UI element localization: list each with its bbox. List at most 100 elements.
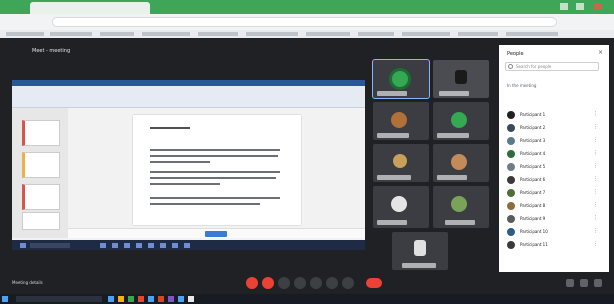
bookmark[interactable]	[506, 32, 558, 36]
more-options-icon[interactable]: ⋮	[593, 163, 598, 169]
captions-icon[interactable]	[278, 277, 290, 289]
participant-row[interactable]: Participant 10 ⋮	[503, 227, 603, 237]
participant-row[interactable]: Participant 1 ⋮	[503, 110, 603, 120]
participant-tile[interactable]	[373, 102, 429, 140]
bookmark[interactable]	[142, 32, 190, 36]
current-slide	[133, 115, 301, 225]
taskbar-app-icon[interactable]	[158, 296, 164, 302]
bookmark[interactable]	[246, 32, 298, 36]
participant-tile[interactable]	[433, 144, 489, 182]
more-options-icon[interactable]: ⋮	[593, 241, 598, 247]
participant-row[interactable]: Participant 7 ⋮	[503, 188, 603, 198]
participant-row[interactable]: Participant 11 ⋮	[503, 240, 603, 250]
taskbar-app-icon[interactable]	[118, 296, 124, 302]
taskbar-app-icon[interactable]	[148, 296, 154, 302]
bookmark[interactable]	[306, 32, 350, 36]
participant-name: Participant 11	[520, 242, 548, 247]
bookmark[interactable]	[198, 32, 238, 36]
shared-taskbar-icon	[20, 243, 26, 248]
info-icon[interactable]	[566, 279, 574, 287]
search-input[interactable]: Search for people	[505, 62, 599, 71]
avatar	[507, 111, 515, 119]
participant-tile[interactable]	[433, 186, 489, 228]
participant-name	[377, 175, 411, 180]
bookmark[interactable]	[458, 32, 498, 36]
more-options-icon[interactable]: ⋮	[593, 124, 598, 130]
present-icon[interactable]	[310, 277, 322, 289]
avatar	[507, 228, 515, 236]
bookmark[interactable]	[50, 32, 92, 36]
taskbar-app-icon[interactable]	[138, 296, 144, 302]
participant-tile[interactable]	[433, 102, 489, 140]
shared-taskbar-icon	[112, 243, 118, 248]
mic-icon[interactable]	[246, 277, 258, 289]
close-window-icon[interactable]	[594, 3, 602, 10]
participant-row[interactable]: Participant 4 ⋮	[503, 149, 603, 159]
avatar	[507, 189, 515, 197]
reactions-icon[interactable]	[342, 277, 354, 289]
more-options-icon[interactable]: ⋮	[593, 176, 598, 182]
bookmark[interactable]	[100, 32, 134, 36]
people-panel-title: People	[507, 51, 524, 57]
participant-name	[402, 263, 436, 268]
avatar	[414, 240, 426, 256]
end-call-button[interactable]	[366, 278, 382, 288]
minimize-icon[interactable]	[560, 3, 568, 10]
more-options-icon[interactable]: ⋮	[593, 189, 598, 195]
participant-tile[interactable]	[433, 60, 489, 98]
participant-name: Participant 5	[520, 164, 546, 169]
camera-icon[interactable]	[262, 277, 274, 289]
taskbar-search[interactable]	[16, 296, 102, 302]
participant-name: Participant 9	[520, 216, 546, 221]
bookmark[interactable]	[6, 32, 44, 36]
slide-text-line	[150, 155, 278, 157]
taskbar-app-icon[interactable]	[168, 296, 174, 302]
shared-taskbar-icon	[148, 243, 154, 248]
participant-row[interactable]: Participant 9 ⋮	[503, 214, 603, 224]
more-options-icon[interactable]: ⋮	[593, 202, 598, 208]
raise-hand-icon[interactable]	[294, 277, 306, 289]
more-options-icon[interactable]: ⋮	[593, 228, 598, 234]
close-icon[interactable]: ×	[598, 49, 603, 56]
meeting-code[interactable]: Meeting details	[12, 280, 43, 285]
start-icon[interactable]	[2, 296, 8, 302]
bookmark[interactable]	[358, 32, 394, 36]
avatar	[507, 215, 515, 223]
people-icon[interactable]	[580, 279, 588, 287]
avatar	[455, 70, 467, 84]
taskbar-app-icon[interactable]	[188, 296, 194, 302]
taskbar-app-icon[interactable]	[178, 296, 184, 302]
participant-tile[interactable]	[373, 186, 429, 228]
participant-row[interactable]: Participant 2 ⋮	[503, 123, 603, 133]
more-options-icon[interactable]: ⋮	[593, 215, 598, 221]
maximize-icon[interactable]	[576, 3, 584, 10]
participant-name	[437, 133, 469, 138]
participant-row[interactable]: Participant 5 ⋮	[503, 162, 603, 172]
taskbar-app-icon[interactable]	[128, 296, 134, 302]
participant-tile[interactable]	[373, 144, 429, 182]
slide-text-line	[150, 197, 280, 199]
browser-tab[interactable]	[30, 2, 150, 14]
taskbar-app-icon[interactable]	[108, 296, 114, 302]
participant-tile[interactable]	[392, 232, 448, 270]
avatar	[451, 112, 467, 128]
more-options-icon[interactable]: ⋮	[593, 150, 598, 156]
more-options-icon[interactable]: ⋮	[593, 137, 598, 143]
shared-taskbar-icon	[100, 243, 106, 248]
participant-name: Participant 3	[520, 138, 546, 143]
participant-name	[377, 91, 407, 96]
shared-taskbar-icon	[160, 243, 166, 248]
more-options-icon[interactable]	[326, 277, 338, 289]
chat-icon[interactable]	[594, 279, 602, 287]
participant-name: Participant 1	[520, 112, 546, 117]
avatar	[507, 202, 515, 210]
address-bar[interactable]	[52, 17, 557, 27]
avatar	[507, 241, 515, 249]
participant-row[interactable]: Participant 6 ⋮	[503, 175, 603, 185]
bookmark[interactable]	[402, 32, 450, 36]
more-options-icon[interactable]: ⋮	[593, 111, 598, 117]
participant-row[interactable]: Participant 8 ⋮	[503, 201, 603, 211]
participant-row[interactable]: Participant 3 ⋮	[503, 136, 603, 146]
participant-name: Participant 7	[520, 190, 546, 195]
participant-tile[interactable]	[372, 59, 430, 99]
